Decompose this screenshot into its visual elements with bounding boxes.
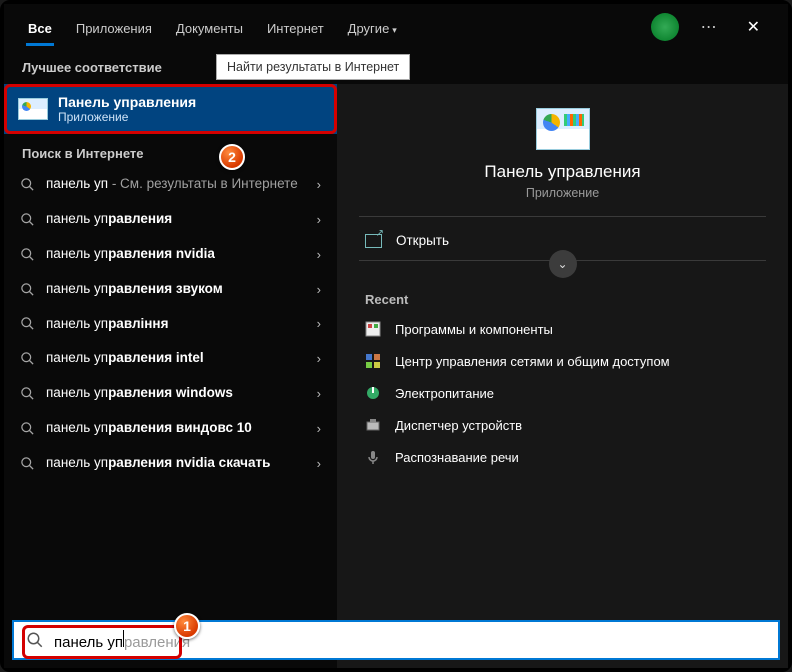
result-text: панель управления виндовс 10: [46, 420, 306, 437]
web-result-item[interactable]: панель управления intel ›: [4, 341, 337, 376]
recent-item[interactable]: Электропитание: [359, 377, 766, 409]
recent-label: Recent: [359, 284, 766, 313]
search-typed-text: панель уп: [54, 634, 123, 651]
search-icon: [20, 456, 35, 471]
search-icon: [26, 631, 44, 649]
detail-pane: Панель управления Приложение Открыть ⌄ R…: [337, 84, 788, 668]
close-button[interactable]: ✕: [733, 13, 774, 41]
detail-title: Панель управления: [359, 162, 766, 182]
web-result-item[interactable]: панель управления ›: [4, 202, 337, 237]
tooltip-hint: Найти результаты в Интернет: [216, 54, 410, 80]
chevron-right-icon: ›: [317, 386, 321, 401]
web-result-item[interactable]: панель управления виндовс 10 ›: [4, 411, 337, 446]
web-result-item[interactable]: панель уп - См. результаты в Интернете ›: [4, 167, 337, 202]
search-window: Все Приложения Документы Интернет Другие…: [4, 4, 788, 668]
recent-item[interactable]: Программы и компоненты: [359, 313, 766, 345]
power-icon: [365, 385, 381, 401]
chevron-right-icon: ›: [317, 316, 321, 331]
search-icon: [20, 177, 35, 192]
user-avatar[interactable]: [651, 13, 679, 41]
tab-all[interactable]: Все: [18, 11, 62, 44]
best-match-item[interactable]: Панель управления Приложение: [4, 84, 337, 134]
open-label: Открыть: [396, 233, 449, 248]
search-icon: [20, 386, 35, 401]
open-icon: [365, 234, 382, 248]
detail-subtitle: Приложение: [359, 186, 766, 200]
recent-item[interactable]: Диспетчер устройств: [359, 409, 766, 441]
search-icon: [20, 282, 35, 297]
tab-documents[interactable]: Документы: [166, 11, 253, 44]
web-result-item[interactable]: панель управления nvidia скачать ›: [4, 446, 337, 481]
search-icon: [20, 351, 35, 366]
search-icon: [20, 247, 35, 262]
expand-button[interactable]: ⌄: [549, 250, 577, 278]
annotation-badge-2: 2: [219, 144, 245, 170]
recent-item-label: Диспетчер устройств: [395, 418, 522, 433]
tab-web[interactable]: Интернет: [257, 11, 334, 44]
chevron-down-icon: ▾: [392, 25, 397, 35]
chevron-right-icon: ›: [317, 177, 321, 192]
tab-more[interactable]: Другие▾: [338, 11, 407, 44]
web-result-item[interactable]: панель управления windows ›: [4, 376, 337, 411]
recent-item[interactable]: Распознавание речи: [359, 441, 766, 473]
best-match-label: Лучшее соответствие: [4, 60, 216, 75]
mic-icon: [365, 449, 381, 465]
chevron-right-icon: ›: [317, 421, 321, 436]
result-text: панель управления звуком: [46, 281, 306, 298]
recent-item-label: Программы и компоненты: [395, 322, 553, 337]
sub-header: Лучшее соответствие Найти результаты в И…: [4, 50, 788, 84]
chevron-right-icon: ›: [317, 282, 321, 297]
more-options-button[interactable]: ⋯: [691, 11, 729, 43]
network-icon: [365, 353, 381, 369]
control-panel-large-icon: [536, 108, 590, 150]
search-input[interactable]: панель управления: [54, 630, 190, 651]
result-text: панель управления nvidia скачать: [46, 455, 306, 472]
chevron-right-icon: ›: [317, 456, 321, 471]
search-icon: [20, 212, 35, 227]
search-icon: [20, 316, 35, 331]
recent-item-label: Распознавание речи: [395, 450, 519, 465]
search-input-container[interactable]: панель управления: [12, 620, 780, 660]
best-match-subtitle: Приложение: [58, 110, 196, 124]
web-result-item[interactable]: панель управления nvidia ›: [4, 237, 337, 272]
web-search-label: Поиск в Интернете: [4, 134, 337, 167]
best-match-title: Панель управления: [58, 94, 196, 110]
control-panel-icon: [18, 98, 48, 120]
result-text: панель управления: [46, 211, 306, 228]
result-text: панель уп - См. результаты в Интернете: [46, 176, 306, 193]
recent-item[interactable]: Центр управления сетями и общим доступом: [359, 345, 766, 377]
programs-icon: [365, 321, 381, 337]
result-text: панель управления windows: [46, 385, 306, 402]
recent-item-label: Электропитание: [395, 386, 494, 401]
result-text: панель управления intel: [46, 350, 306, 367]
web-result-item[interactable]: панель управління ›: [4, 307, 337, 342]
result-text: панель управления nvidia: [46, 246, 306, 263]
chevron-right-icon: ›: [317, 351, 321, 366]
device-icon: [365, 417, 381, 433]
divider: [359, 216, 766, 217]
chevron-right-icon: ›: [317, 212, 321, 227]
web-result-item[interactable]: панель управления звуком ›: [4, 272, 337, 307]
search-icon: [20, 421, 35, 436]
filter-tabs: Все Приложения Документы Интернет Другие…: [4, 4, 788, 50]
tab-apps[interactable]: Приложения: [66, 11, 162, 44]
annotation-badge-1: 1: [174, 613, 200, 639]
recent-item-label: Центр управления сетями и общим доступом: [395, 354, 670, 369]
chevron-right-icon: ›: [317, 247, 321, 262]
result-text: панель управління: [46, 316, 306, 333]
results-list: Панель управления Приложение Поиск в Инт…: [4, 84, 337, 668]
